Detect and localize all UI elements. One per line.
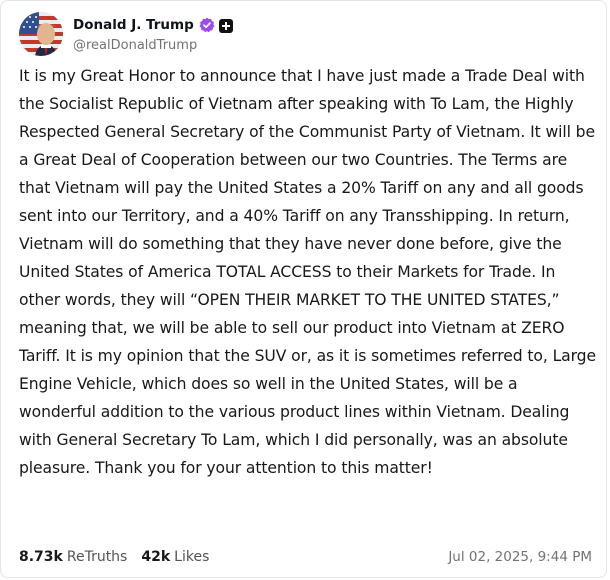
post-footer: 8.73k ReTruths 42k Likes Jul 02, 2025, 9… [19, 546, 592, 568]
likes-label: Likes [174, 549, 210, 565]
post-text: It is my Great Honor to announce that I … [19, 67, 601, 477]
author-name-row: Donald J. Trump [73, 15, 233, 35]
plus-badge-icon [218, 18, 233, 33]
author-display-name[interactable]: Donald J. Trump [73, 17, 194, 33]
author-handle[interactable]: @realDonaldTrump [73, 38, 233, 53]
likes-stat[interactable]: 42k Likes [141, 549, 209, 565]
post-header: Donald J. Trump @realDonaldTrump [19, 11, 233, 57]
retruths-count: 8.73k [19, 549, 63, 565]
avatar[interactable] [19, 12, 63, 56]
likes-count: 42k [141, 549, 171, 565]
avatar-flag-icon [19, 12, 63, 56]
retruths-label: ReTruths [66, 549, 128, 565]
retruths-stat[interactable]: 8.73k ReTruths [19, 549, 127, 565]
post-timestamp[interactable]: Jul 02, 2025, 9:44 PM [448, 549, 592, 565]
verified-badge-icon [199, 17, 215, 33]
post-card: Donald J. Trump @realDonaldTrump It is m… [0, 0, 607, 578]
author-names: Donald J. Trump @realDonaldTrump [73, 15, 233, 53]
